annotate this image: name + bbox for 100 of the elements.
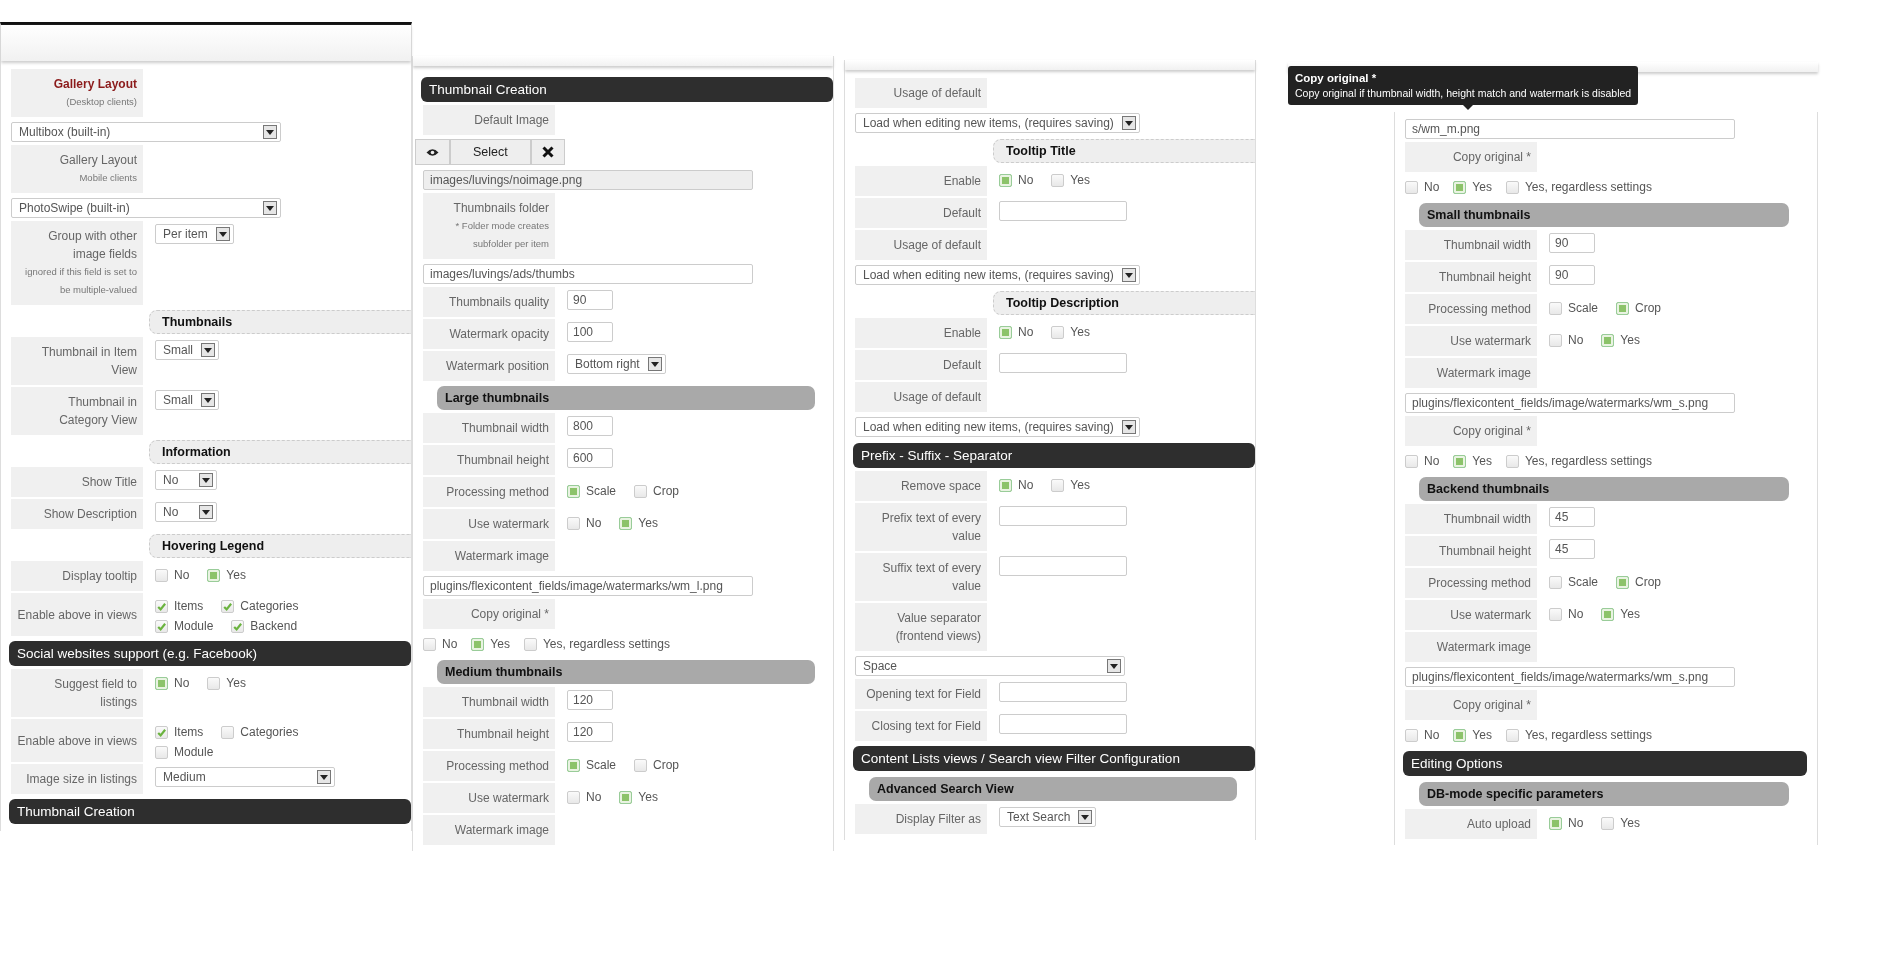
dropdown[interactable]: Load when editing new items, (requires saving)	[855, 265, 1140, 285]
input-field[interactable]: 100	[567, 322, 613, 342]
radio-button[interactable]	[634, 484, 648, 498]
radio-button[interactable]	[423, 637, 436, 651]
field-label: Thumbnail height	[456, 726, 549, 743]
checkbox[interactable]	[221, 599, 235, 613]
dropdown[interactable]: No	[155, 470, 217, 490]
radio-button[interactable]	[1453, 728, 1467, 742]
radio-button[interactable]	[1505, 454, 1519, 468]
radio-button[interactable]	[1616, 301, 1630, 315]
radio-button[interactable]	[1505, 728, 1519, 742]
radio-button[interactable]	[619, 516, 633, 530]
dropdown[interactable]: Per item	[155, 224, 234, 244]
preview-button[interactable]	[415, 139, 450, 165]
radio-button[interactable]	[1549, 333, 1562, 347]
radio-button[interactable]	[1453, 180, 1467, 194]
dropdown-value: Small	[163, 393, 193, 407]
dropdown[interactable]: Space	[855, 656, 1125, 676]
input-field[interactable]: 45	[1549, 507, 1595, 527]
path-field[interactable]: s/wm_m.png	[1405, 119, 1735, 139]
radio-button[interactable]	[1405, 180, 1418, 194]
radio-button[interactable]	[155, 676, 168, 690]
dropdown[interactable]: Load when editing new items, (requires saving)	[855, 417, 1140, 437]
radio-button[interactable]	[1601, 816, 1615, 830]
checkbox[interactable]	[155, 619, 168, 633]
radio-button[interactable]	[523, 637, 537, 651]
radio-button[interactable]	[1051, 325, 1065, 339]
radio-button[interactable]	[155, 568, 168, 582]
field-label: Watermark opacity	[449, 326, 549, 343]
field-note: (Desktop clients)	[66, 95, 137, 109]
dropdown[interactable]: Text Search	[999, 807, 1097, 827]
dropdown[interactable]: Medium	[155, 767, 335, 787]
path-field[interactable]: plugins/flexicontent_fields/image/watermarks/wm_s.png	[1405, 393, 1735, 413]
dropdown[interactable]: No	[155, 502, 217, 522]
radio-button[interactable]	[1405, 728, 1418, 742]
field-label: Enable	[943, 173, 981, 190]
radio-button[interactable]	[1405, 454, 1418, 468]
radio-button[interactable]	[207, 676, 221, 690]
radio-button[interactable]	[567, 758, 580, 772]
field-label: Remove space	[900, 478, 981, 495]
radio-button[interactable]	[567, 790, 580, 804]
radio-button[interactable]	[1601, 333, 1615, 347]
checkbox[interactable]	[155, 745, 168, 759]
dropdown-value: Load when editing new items, (requires saving)	[863, 420, 1114, 434]
input-field[interactable]: 800	[567, 416, 613, 436]
input-field[interactable]: 90	[1549, 265, 1595, 285]
input-field[interactable]: 120	[567, 690, 613, 710]
checkbox[interactable]	[221, 725, 235, 739]
input-field[interactable]	[999, 506, 1127, 526]
dropdown[interactable]: Load when editing new items, (requires saving)	[855, 113, 1140, 133]
input-field[interactable]	[999, 353, 1127, 373]
radio-button[interactable]	[619, 790, 633, 804]
radio-button[interactable]	[1616, 575, 1630, 589]
checkbox[interactable]	[155, 599, 168, 613]
select-button[interactable]: Select	[450, 139, 531, 165]
radio-button[interactable]	[1549, 607, 1562, 621]
input-field[interactable]: 90	[567, 290, 613, 310]
checkbox[interactable]	[155, 725, 168, 739]
option-label: No	[442, 637, 458, 651]
input-field[interactable]: 90	[1549, 233, 1595, 253]
checkbox[interactable]	[231, 619, 245, 633]
input-field[interactable]: 600	[567, 448, 613, 468]
clear-button[interactable]	[530, 139, 565, 165]
field-label: Usage of default	[893, 237, 981, 254]
radio-button[interactable]	[567, 516, 580, 530]
input-field[interactable]	[999, 682, 1127, 702]
radio-button[interactable]	[634, 758, 648, 772]
dropdown[interactable]: Small	[155, 390, 219, 410]
radio-button[interactable]	[1453, 454, 1467, 468]
input-field[interactable]: 45	[1549, 539, 1595, 559]
field-label: Copy original *	[470, 606, 549, 623]
path-field[interactable]: images/luvings/ads/thumbs	[423, 264, 753, 284]
radio-button[interactable]	[471, 637, 485, 651]
radio-button[interactable]	[1549, 575, 1562, 589]
input-field[interactable]: 120	[567, 722, 613, 742]
radio-button[interactable]	[1051, 478, 1065, 492]
field-label: Thumbnails quality	[448, 294, 549, 311]
option-label: Yes	[1472, 454, 1492, 468]
radio-button[interactable]	[207, 568, 221, 582]
radio-button[interactable]	[1601, 607, 1615, 621]
input-field[interactable]	[999, 714, 1127, 734]
path-field[interactable]: plugins/flexicontent_fields/image/watermarks/wm_s.png	[1405, 667, 1735, 687]
path-field[interactable]: plugins/flexicontent_fields/image/watermarks/wm_l.png	[423, 576, 753, 596]
field-label: Usage of default	[893, 85, 981, 102]
dropdown[interactable]: PhotoSwipe (built-in)	[11, 198, 281, 218]
dropdown[interactable]: Multibox (built-in)	[11, 122, 281, 142]
radio-button[interactable]	[1505, 180, 1519, 194]
radio-button[interactable]	[999, 325, 1012, 339]
input-field[interactable]	[999, 556, 1127, 576]
path-field[interactable]: images/luvings/noimage.png	[423, 170, 753, 190]
radio-button[interactable]	[567, 484, 580, 498]
dropdown[interactable]: Bottom right	[567, 354, 666, 374]
input-field[interactable]	[999, 201, 1127, 221]
dropdown[interactable]: Small	[155, 340, 219, 360]
radio-button[interactable]	[999, 478, 1012, 492]
radio-button[interactable]	[1549, 301, 1562, 315]
field-note: Mobile clients	[79, 171, 137, 185]
radio-button[interactable]	[1051, 173, 1065, 187]
radio-button[interactable]	[1549, 816, 1562, 830]
radio-button[interactable]	[999, 173, 1012, 187]
